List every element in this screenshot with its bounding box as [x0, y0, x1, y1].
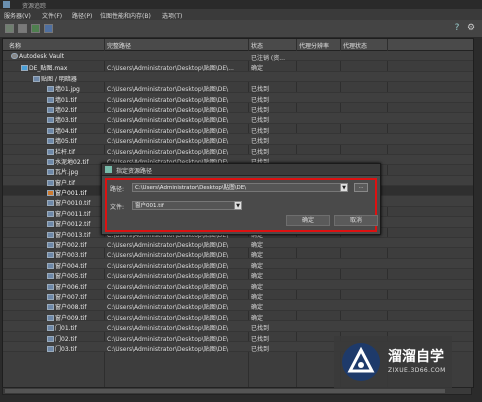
menu-server[interactable]: 服务器(V) [4, 11, 31, 20]
img-file-icon [47, 179, 54, 186]
menu-bitmap-performance[interactable]: 位图性能和内存(B) [100, 11, 151, 20]
watermark-logo-icon [342, 343, 380, 381]
table-row[interactable]: 墙03.tif C:\Users\Administrator\Desktop\贴图… [3, 113, 473, 124]
column-header-proxy-status[interactable]: 代理状态 [343, 41, 367, 50]
table-row[interactable]: 墙01.tif C:\Users\Administrator\Desktop\贴图… [3, 92, 473, 104]
row-name: 门03.tif [47, 344, 77, 353]
column-header-name[interactable]: 名称 [9, 41, 21, 50]
img-file-icon [47, 262, 54, 269]
table-row[interactable]: 窗户005.tif C:\Users\Administrator\Desktop\… [3, 269, 473, 280]
img-file-icon [47, 231, 54, 238]
img-file-icon [47, 304, 54, 311]
folder-file-icon [33, 75, 40, 82]
watermark: 溜溜自学 ZIXUE.3D66.COM [334, 336, 452, 388]
table-row[interactable]: DE_贴图.max C:\Users\Administrator\Desktop\… [3, 61, 473, 72]
tree-view-icon[interactable] [31, 24, 40, 33]
table-row[interactable]: 栏杆.tif C:\Users\Administrator\Desktop\贴图\… [3, 145, 473, 156]
table-row[interactable]: 门01.tif C:\Users\Administrator\Desktop\贴图… [3, 321, 473, 332]
img-file-icon [47, 158, 54, 165]
table-row[interactable]: 窗户003.tif C:\Users\Administrator\Desktop\… [3, 248, 473, 259]
file-dropdown-icon[interactable]: ▼ [234, 201, 242, 210]
file-label: 文件: [110, 204, 125, 211]
img-file-icon [47, 283, 54, 290]
cancel-button[interactable]: 取消 [334, 215, 378, 226]
table-row[interactable]: 窗户007.tif C:\Users\Administrator\Desktop\… [3, 290, 473, 301]
img-file-icon [47, 335, 54, 342]
horizontal-scrollbar[interactable] [2, 387, 472, 395]
img-file-icon [47, 252, 54, 259]
menu-path[interactable]: 路径(P) [72, 11, 92, 20]
bmp-file-icon [47, 190, 54, 197]
file-field[interactable]: 窗户001.tif [132, 201, 242, 210]
img-file-icon [47, 117, 54, 124]
browse-button[interactable]: ... [354, 183, 368, 192]
refresh-icon[interactable] [5, 24, 14, 33]
settings-icon[interactable]: ⚙ [466, 23, 476, 33]
dialog-title: 指定资源路径 [116, 168, 153, 175]
menu-file[interactable]: 文件(F) [42, 11, 62, 20]
column-header-proxy-resolution[interactable]: 代理分辨率 [299, 41, 329, 50]
table-row[interactable]: 窗户008.tif C:\Users\Administrator\Desktop\… [3, 300, 473, 311]
img-file-icon [47, 221, 54, 228]
img-file-icon [47, 200, 54, 207]
img-file-icon [47, 169, 54, 176]
table-row[interactable]: 窗户009.tif C:\Users\Administrator\Desktop\… [3, 311, 473, 322]
table-header: 名称 完整路径 状态 代理分辨率 代理状态 [3, 39, 473, 51]
img-file-icon [47, 345, 54, 352]
path-dropdown-icon[interactable]: ▼ [340, 183, 348, 192]
table-row[interactable]: 窗户006.tif C:\Users\Administrator\Desktop\… [3, 279, 473, 291]
column-header-path[interactable]: 完整路径 [107, 41, 131, 50]
table-row[interactable]: 窗户004.tif C:\Users\Administrator\Desktop\… [3, 258, 473, 270]
table-row[interactable]: 墙04.tif C:\Users\Administrator\Desktop\贴图… [3, 124, 473, 135]
img-file-icon [47, 127, 54, 134]
scrollbar-thumb[interactable] [5, 389, 445, 393]
row-status: 已找到 [251, 345, 270, 353]
img-file-icon [47, 106, 54, 113]
table-row[interactable]: 窗户002.tif C:\Users\Administrator\Desktop\… [3, 238, 473, 249]
img-file-icon [47, 242, 54, 249]
window-title-bar: 资源追踪 [0, 0, 482, 10]
img-file-icon [47, 96, 54, 103]
max-file-icon [21, 65, 28, 72]
column-header-status[interactable]: 状态 [251, 41, 263, 50]
toolbar: ? ⚙ [0, 20, 482, 38]
row-name-text: 门03.tif [55, 345, 77, 353]
ok-button[interactable]: 确定 [286, 215, 330, 226]
table-view-icon[interactable] [44, 24, 53, 33]
img-file-icon [47, 210, 54, 217]
img-file-icon [47, 138, 54, 145]
img-file-icon [47, 314, 54, 321]
vault-file-icon [11, 53, 18, 59]
watermark-title: 溜溜自学 [388, 349, 444, 365]
img-file-icon [47, 293, 54, 300]
table-row[interactable]: 贴图 / 明暗器 [3, 71, 473, 83]
menu-options[interactable]: 选项(T) [162, 11, 182, 20]
img-file-icon [47, 148, 54, 155]
table-row[interactable]: 墙05.tif C:\Users\Administrator\Desktop\贴图… [3, 134, 473, 145]
row-name: Autodesk Vault [11, 53, 64, 60]
app-icon [3, 1, 10, 8]
path-field[interactable]: C:\Users\Administrator\Desktop\贴图\DE\ [132, 183, 348, 192]
img-file-icon [47, 325, 54, 332]
help-icon[interactable]: ? [452, 23, 462, 33]
table-row[interactable]: 墙02.tif C:\Users\Administrator\Desktop\贴图… [3, 103, 473, 114]
row-name-text: Autodesk Vault [19, 53, 65, 60]
list-view-icon[interactable] [18, 24, 27, 33]
dialog-icon [105, 166, 112, 173]
specify-asset-path-dialog: 指定资源路径 路径: C:\Users\Administrator\Deskto… [101, 163, 381, 235]
table-row[interactable]: 墙01.jpg C:\Users\Administrator\Desktop\贴图… [3, 82, 473, 93]
img-file-icon [47, 273, 54, 280]
table-row[interactable]: Autodesk Vault 已注销 (资... [3, 51, 473, 62]
path-label: 路径: [110, 186, 125, 193]
img-file-icon [47, 86, 54, 93]
watermark-subtitle: ZIXUE.3D66.COM [388, 367, 446, 374]
row-path: C:\Users\Administrator\Desktop\贴图\DE\ [107, 345, 229, 353]
dialog-title-bar: 指定资源路径 [102, 164, 380, 176]
